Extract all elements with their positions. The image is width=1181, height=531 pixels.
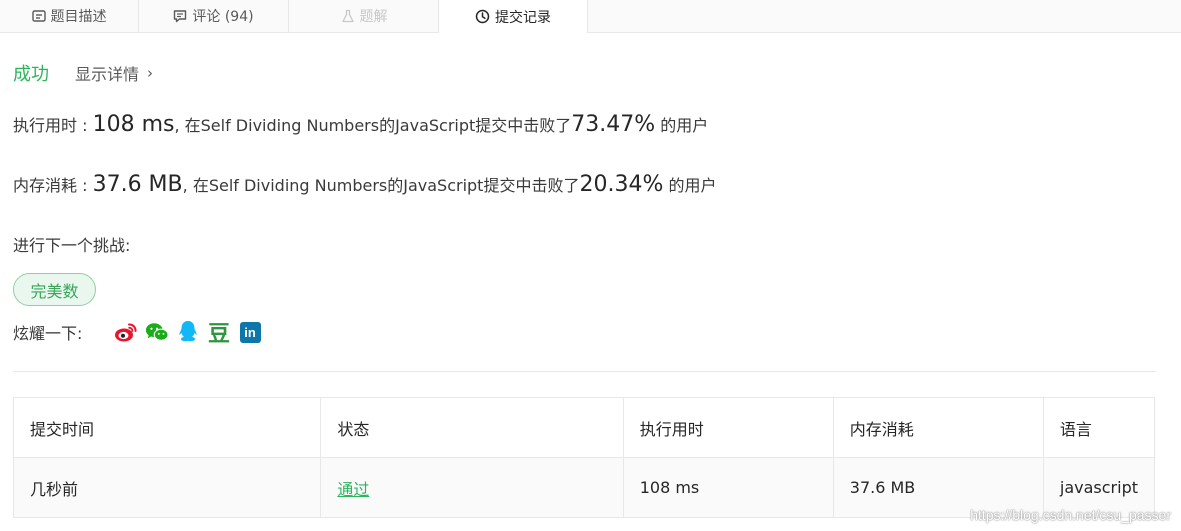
share-row: 炫耀一下: 豆 in	[13, 320, 269, 347]
douban-icon[interactable]: 豆	[207, 320, 231, 347]
qq-icon[interactable]	[176, 320, 200, 344]
tab-label: 提交记录	[495, 9, 551, 26]
header-status[interactable]: 状态	[320, 397, 624, 458]
tab-submissions[interactable]: 提交记录	[438, 0, 588, 33]
clock-icon	[475, 9, 490, 24]
status-success: 成功	[13, 64, 49, 85]
memory-suffix: 的用户	[663, 176, 717, 195]
runtime-label: 执行用时 :	[13, 116, 93, 135]
flask-icon	[341, 9, 355, 23]
status-pass-link[interactable]: 通过	[337, 480, 369, 499]
memory-label: 内存消耗 :	[13, 176, 93, 195]
show-detail-label: 显示详情	[75, 65, 140, 84]
runtime-value: 108 ms	[92, 112, 175, 137]
runtime-suffix: 的用户	[655, 116, 709, 135]
runtime-percent: 73.47%	[571, 112, 656, 137]
tab-comments[interactable]: 评论 (94)	[139, 0, 289, 32]
result-status-row: 成功 显示详情 ›	[13, 60, 153, 86]
memory-mid-text: , 在Self Dividing Numbers的JavaScript提交中击败…	[182, 176, 580, 195]
tab-solutions[interactable]: 题解	[289, 0, 439, 32]
header-runtime[interactable]: 执行用时	[622, 397, 834, 458]
comment-icon	[173, 9, 187, 23]
runtime-stat: 执行用时 : 108 ms, 在Self Dividing Numbers的Ja…	[13, 112, 708, 137]
tab-label: 题目描述	[50, 9, 107, 25]
submissions-table: 提交时间 状态 执行用时 内存消耗 语言 几秒前 通过 108 ms 37.6 …	[12, 397, 1156, 518]
linkedin-icon[interactable]: in	[238, 320, 262, 344]
tab-description[interactable]: 题目描述	[0, 0, 139, 32]
linkedin-glyph: in	[239, 321, 261, 343]
header-submit-time[interactable]: 提交时间	[12, 397, 322, 458]
memory-value: 37.6 MB	[92, 172, 183, 197]
next-challenge-chip[interactable]: 完美数	[13, 273, 96, 306]
tab-label: 题解	[359, 9, 388, 25]
show-detail-link[interactable]: 显示详情 ›	[75, 61, 153, 85]
wechat-icon[interactable]	[145, 320, 169, 344]
watermark: https://blog.csdn.net/csu_passer	[970, 507, 1171, 523]
next-challenge-label: 进行下一个挑战:	[13, 236, 131, 255]
weibo-icon[interactable]	[114, 320, 138, 344]
tab-bar: 题目描述 评论 (94) 题解 提交记录	[0, 0, 1181, 33]
tab-label: 评论 (94)	[192, 9, 254, 25]
header-memory[interactable]: 内存消耗	[832, 397, 1044, 458]
cell-runtime: 108 ms	[622, 457, 834, 518]
table-header-row: 提交时间 状态 执行用时 内存消耗 语言	[12, 397, 1156, 458]
description-icon	[31, 9, 46, 23]
memory-stat: 内存消耗 : 37.6 MB, 在Self Dividing Numbers的J…	[13, 172, 716, 197]
share-label: 炫耀一下:	[13, 324, 83, 343]
cell-submit-time: 几秒前	[12, 457, 322, 518]
divider	[13, 371, 1156, 372]
memory-percent: 20.34%	[579, 172, 664, 197]
runtime-mid-text: , 在Self Dividing Numbers的JavaScript提交中击败…	[174, 116, 572, 135]
cell-status: 通过	[320, 457, 624, 518]
chevron-right-icon: ›	[147, 64, 154, 82]
header-language[interactable]: 语言	[1042, 397, 1156, 458]
